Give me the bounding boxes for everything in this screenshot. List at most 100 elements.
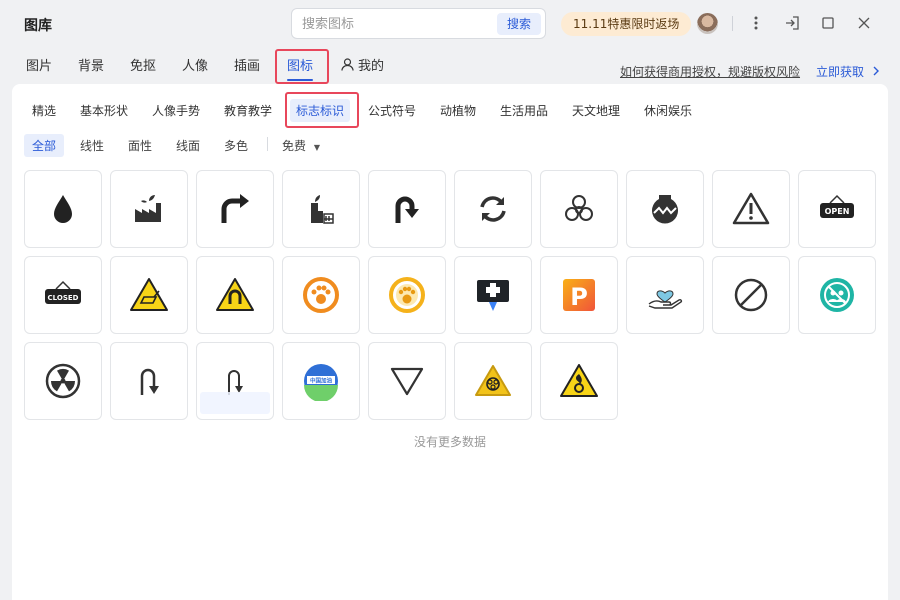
refresh-cycle-icon	[480, 196, 506, 222]
open-sign-text: OPEN	[825, 207, 850, 216]
more-options-icon[interactable]	[746, 13, 766, 33]
highlight-box-tab	[275, 49, 329, 84]
prohibited-icon	[734, 278, 768, 312]
content-panel: 精选 基本形状 人像手势 教育教学 标志标识 公式符号 动植物 生活用品 天文地…	[12, 84, 888, 600]
china-refuel-text: 中国加油	[310, 377, 333, 385]
icon-card-parking[interactable]: P	[540, 256, 618, 334]
filter-line-solid[interactable]: 线面	[176, 137, 200, 154]
icon-card-oxidizer-warning[interactable]	[540, 342, 618, 420]
category-basic-shapes[interactable]: 基本形状	[80, 102, 128, 119]
icon-card-prohibited[interactable]	[712, 256, 790, 334]
search-input[interactable]	[302, 15, 482, 33]
plant-city-icon	[311, 195, 334, 224]
icon-card-laser-warning[interactable]	[110, 256, 188, 334]
promo-badge[interactable]: 11.11特惠限时返场	[561, 12, 692, 36]
icon-card-radiation[interactable]	[24, 342, 102, 420]
pot-bomb-icon	[652, 195, 678, 224]
user-icon	[341, 58, 354, 71]
icon-card-pot-bomb[interactable]	[626, 170, 704, 248]
title-bar: 图库 搜索 11.11特惠限时返场	[0, 0, 900, 46]
icon-card-warning[interactable]	[712, 170, 790, 248]
biohazard-warning-icon	[475, 365, 511, 396]
turn-right-arrow-icon	[221, 194, 249, 223]
app-title: 图库	[24, 18, 52, 34]
tab-portraits[interactable]: 人像	[182, 55, 208, 74]
parking-p-icon: P	[563, 279, 595, 311]
oxidizer-warning-icon	[560, 364, 598, 397]
get-license-link[interactable]: 立即获取	[816, 63, 880, 80]
titlebar-divider	[732, 16, 733, 31]
icon-card-closed-sign[interactable]: CLOSED	[24, 256, 102, 334]
icon-card-u-turn[interactable]	[368, 170, 446, 248]
factory-icon	[135, 195, 161, 222]
biohazard-icon	[565, 195, 593, 221]
price-filter-dropdown[interactable]: 免费 ▼	[282, 137, 320, 154]
filter-linear[interactable]: 线性	[80, 137, 104, 154]
icon-card-paw-orange[interactable]	[282, 256, 360, 334]
category-gestures[interactable]: 人像手势	[152, 102, 200, 119]
u-turn-down-icon	[140, 368, 159, 395]
filter-solid[interactable]: 面性	[128, 137, 152, 154]
icon-card-biohazard-warning[interactable]	[454, 342, 532, 420]
icon-card-biohazard[interactable]	[540, 170, 618, 248]
icon-card-paw-yellow[interactable]	[368, 256, 446, 334]
china-refuel-badge-icon: 中国加油	[304, 364, 338, 401]
tab-backgrounds[interactable]: 背景	[78, 55, 104, 74]
icon-card-water-drop[interactable]	[24, 170, 102, 248]
icon-card-turn-right[interactable]	[196, 170, 274, 248]
paw-badge-yellow-icon	[389, 277, 425, 313]
icon-card-plant-city[interactable]	[282, 170, 360, 248]
icon-card-open-sign[interactable]: OPEN	[798, 170, 876, 248]
category-nature[interactable]: 动植物	[440, 102, 476, 119]
icon-card-china-refuel[interactable]: 中国加油	[282, 342, 360, 420]
laser-warning-icon	[130, 278, 168, 311]
category-daily-goods[interactable]: 生活用品	[500, 102, 548, 119]
tab-images[interactable]: 图片	[26, 55, 52, 74]
close-icon[interactable]	[854, 13, 874, 33]
icon-card-down-triangle[interactable]	[368, 342, 446, 420]
tab-mine[interactable]: 我的	[341, 55, 384, 74]
category-education[interactable]: 教育教学	[224, 102, 272, 119]
open-sign-icon: OPEN	[820, 194, 854, 218]
search-box: 搜索	[291, 8, 546, 39]
icon-card-factory[interactable]	[110, 170, 188, 248]
filter-multicolor[interactable]: 多色	[224, 137, 248, 154]
empty-message: 没有更多数据	[413, 435, 486, 449]
search-button[interactable]: 搜索	[496, 13, 541, 35]
highlight-box-category	[285, 92, 359, 128]
get-license-label: 立即获取	[816, 65, 865, 79]
icon-card-first-aid-flag[interactable]	[454, 256, 532, 334]
no-group-icon	[820, 278, 854, 312]
category-formulas[interactable]: 公式符号	[368, 102, 416, 119]
category-astronomy[interactable]: 天文地理	[572, 102, 620, 119]
icon-card-u-turn-down[interactable]	[110, 342, 188, 420]
first-aid-flag-icon	[477, 280, 509, 311]
hand-heart-icon	[648, 290, 683, 309]
tab-mine-label: 我的	[358, 59, 385, 74]
category-featured[interactable]: 精选	[32, 102, 56, 119]
license-link[interactable]: 如何获得商用授权，规避版权风险	[620, 63, 800, 80]
tab-cutouts[interactable]: 免抠	[130, 55, 156, 74]
filter-all[interactable]: 全部	[24, 134, 65, 157]
icon-card-hand-heart[interactable]	[626, 256, 704, 334]
category-leisure[interactable]: 休闲娱乐	[644, 102, 692, 119]
closed-sign-icon: CLOSED	[45, 280, 81, 304]
radiation-icon	[45, 363, 81, 399]
caret-down-icon: ▼	[313, 143, 320, 152]
paw-badge-orange-icon	[303, 277, 339, 313]
icon-card-refresh[interactable]	[454, 170, 532, 248]
avatar[interactable]	[697, 13, 718, 34]
magnet-warning-icon	[216, 278, 254, 311]
filter-divider	[267, 137, 268, 151]
down-triangle-icon	[390, 367, 424, 396]
closed-sign-text: CLOSED	[48, 294, 79, 302]
parking-letter: P	[570, 283, 588, 311]
drag-ghost	[200, 392, 270, 414]
maximize-icon[interactable]	[818, 13, 838, 33]
water-drop-icon	[54, 195, 72, 223]
exit-icon[interactable]	[782, 13, 802, 33]
tab-illustrations[interactable]: 插画	[234, 55, 260, 74]
icon-card-magnet-warning[interactable]	[196, 256, 274, 334]
price-filter-label: 免费	[282, 139, 307, 153]
icon-card-no-group[interactable]	[798, 256, 876, 334]
